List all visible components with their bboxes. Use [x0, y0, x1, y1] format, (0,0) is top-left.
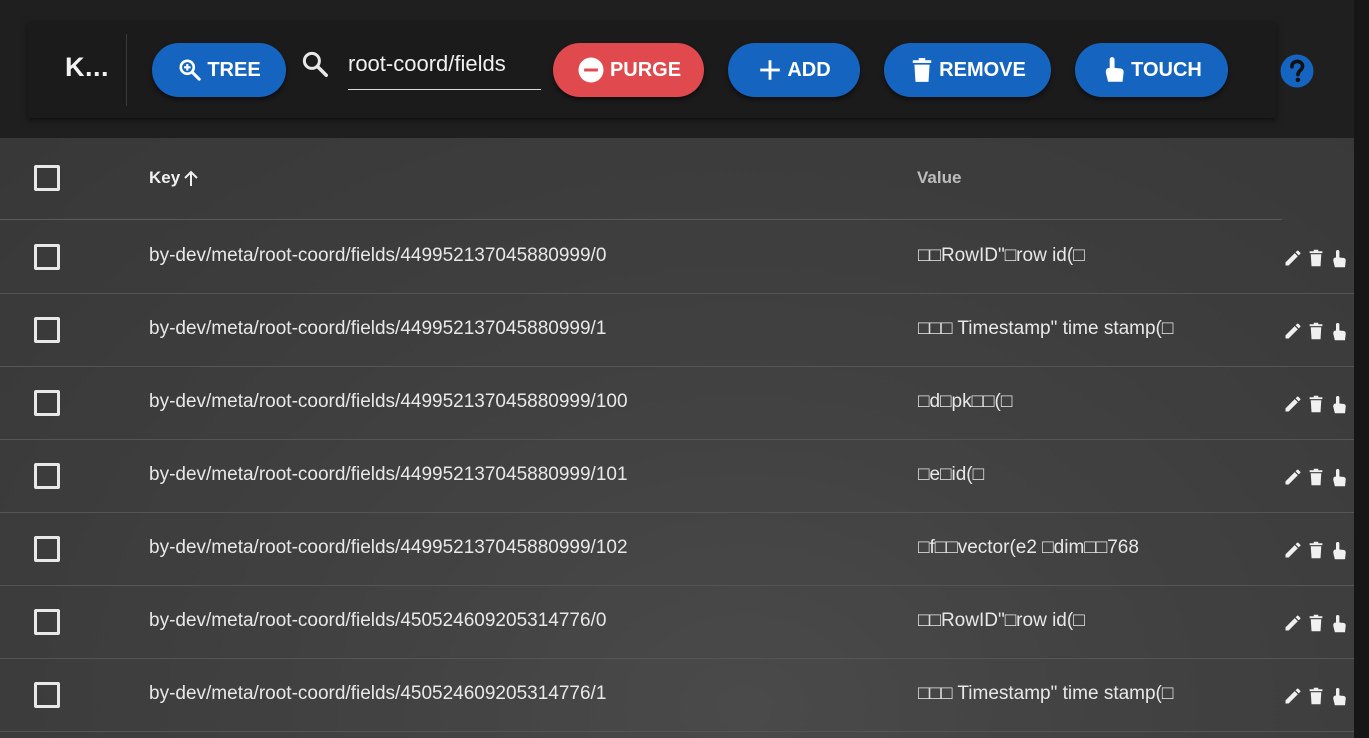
purge-button[interactable]: PURGE — [553, 43, 704, 97]
table-row[interactable]: by-dev/meta/root-coord/fields/4505246092… — [0, 586, 1354, 659]
row-checkbox[interactable] — [34, 609, 60, 635]
trash-icon[interactable] — [1307, 540, 1329, 562]
row-checkbox[interactable] — [34, 536, 60, 562]
row-value: □□□ Timestamp" time stamp(□ — [918, 318, 1174, 339]
touch-button-label: TOUCH — [1131, 58, 1202, 81]
row-actions — [1283, 247, 1354, 271]
touch-icon[interactable] — [1330, 467, 1352, 489]
zoom-in-icon — [177, 57, 203, 83]
column-header-key-label: Key — [149, 168, 181, 187]
row-checkbox[interactable] — [34, 390, 60, 416]
table-header: Key Value — [0, 138, 1282, 220]
row-value: □□RowID"□row id(□ — [918, 610, 1085, 631]
row-key: by-dev/meta/root-coord/fields/4499521370… — [149, 391, 628, 412]
table-row[interactable]: by-dev/meta/root-coord/fields/4499521370… — [0, 221, 1354, 294]
touch-icon — [1101, 55, 1127, 85]
plus-icon — [757, 57, 783, 83]
pencil-icon[interactable] — [1283, 248, 1305, 270]
scrollbar-track[interactable] — [1354, 0, 1369, 738]
row-value: □□□ Timestamp" time stamp(□ — [918, 683, 1174, 704]
touch-icon[interactable] — [1330, 540, 1352, 562]
table-row[interactable]: by-dev/meta/root-coord/fields/4499521370… — [0, 294, 1354, 367]
row-value: □e□id(□ — [918, 464, 985, 485]
touch-button[interactable]: TOUCH — [1075, 43, 1228, 97]
arrow-up-icon — [183, 169, 199, 187]
table-row[interactable]: by-dev/meta/root-coord/fields/4499521370… — [0, 513, 1354, 586]
pencil-icon[interactable] — [1283, 394, 1305, 416]
trash-icon[interactable] — [1307, 686, 1329, 708]
trash-icon[interactable] — [1307, 394, 1329, 416]
row-value: □f□□vector(e2 □dim□□768 — [918, 537, 1139, 558]
row-actions — [1283, 466, 1354, 490]
column-header-key[interactable]: Key — [149, 168, 199, 188]
search-field[interactable] — [348, 48, 541, 90]
row-key: by-dev/meta/root-coord/fields/4505246092… — [149, 610, 607, 631]
title-divider — [126, 34, 127, 106]
pencil-icon[interactable] — [1283, 467, 1305, 489]
trash-icon[interactable] — [1307, 467, 1329, 489]
touch-icon[interactable] — [1330, 248, 1352, 270]
touch-icon[interactable] — [1330, 686, 1352, 708]
touch-icon[interactable] — [1330, 394, 1352, 416]
pencil-icon[interactable] — [1283, 686, 1305, 708]
row-checkbox[interactable] — [34, 682, 60, 708]
tree-button-label: TREE — [207, 58, 261, 81]
pencil-icon[interactable] — [1283, 613, 1305, 635]
row-actions — [1283, 685, 1354, 709]
row-actions — [1283, 539, 1354, 563]
toolbar: K... TREE PURGE ADD — [28, 22, 1314, 118]
table-row[interactable]: by-dev/meta/root-coord/fields/4499521370… — [0, 367, 1354, 440]
table-row[interactable]: by-dev/meta/root-coord/fields/4505246092… — [0, 659, 1354, 732]
trash-icon[interactable] — [1307, 321, 1329, 343]
remove-button-label: REMOVE — [939, 58, 1026, 81]
row-checkbox[interactable] — [34, 317, 60, 343]
row-key: by-dev/meta/root-coord/fields/4499521370… — [149, 537, 628, 558]
row-key: by-dev/meta/root-coord/fields/4499521370… — [149, 245, 607, 266]
row-actions — [1283, 320, 1354, 344]
select-all-checkbox[interactable] — [34, 165, 60, 191]
app-window: K... TREE PURGE ADD — [0, 0, 1369, 738]
row-key: by-dev/meta/root-coord/fields/4499521370… — [149, 318, 607, 339]
kv-table: Key Value by-dev/meta/root-coord/fields/… — [0, 138, 1354, 738]
row-value: □□RowID"□row id(□ — [918, 245, 1085, 266]
row-actions — [1283, 393, 1354, 417]
trash-icon — [909, 56, 935, 84]
table-row[interactable]: by-dev/meta/root-coord/fields/4499521370… — [0, 440, 1354, 513]
minus-circle-icon — [576, 55, 606, 85]
add-button-label: ADD — [787, 58, 831, 81]
touch-icon[interactable] — [1330, 613, 1352, 635]
purge-button-label: PURGE — [609, 58, 682, 81]
row-checkbox[interactable] — [34, 463, 60, 489]
search-input[interactable] — [348, 48, 538, 80]
row-checkbox[interactable] — [34, 244, 60, 270]
row-value: □d□pk□□(□ — [918, 391, 1013, 412]
add-button[interactable]: ADD — [728, 43, 860, 97]
help-icon[interactable] — [1279, 53, 1315, 89]
trash-icon[interactable] — [1307, 613, 1329, 635]
search-icon — [300, 49, 330, 79]
touch-icon[interactable] — [1330, 321, 1352, 343]
column-header-value[interactable]: Value — [917, 168, 961, 188]
remove-button[interactable]: REMOVE — [884, 43, 1051, 97]
tree-button[interactable]: TREE — [152, 43, 286, 97]
pencil-icon[interactable] — [1283, 540, 1305, 562]
trash-icon[interactable] — [1307, 248, 1329, 270]
row-key: by-dev/meta/root-coord/fields/4499521370… — [149, 464, 628, 485]
row-actions — [1283, 612, 1354, 636]
row-key: by-dev/meta/root-coord/fields/4505246092… — [149, 683, 607, 704]
page-title: K... — [65, 52, 110, 82]
pencil-icon[interactable] — [1283, 321, 1305, 343]
